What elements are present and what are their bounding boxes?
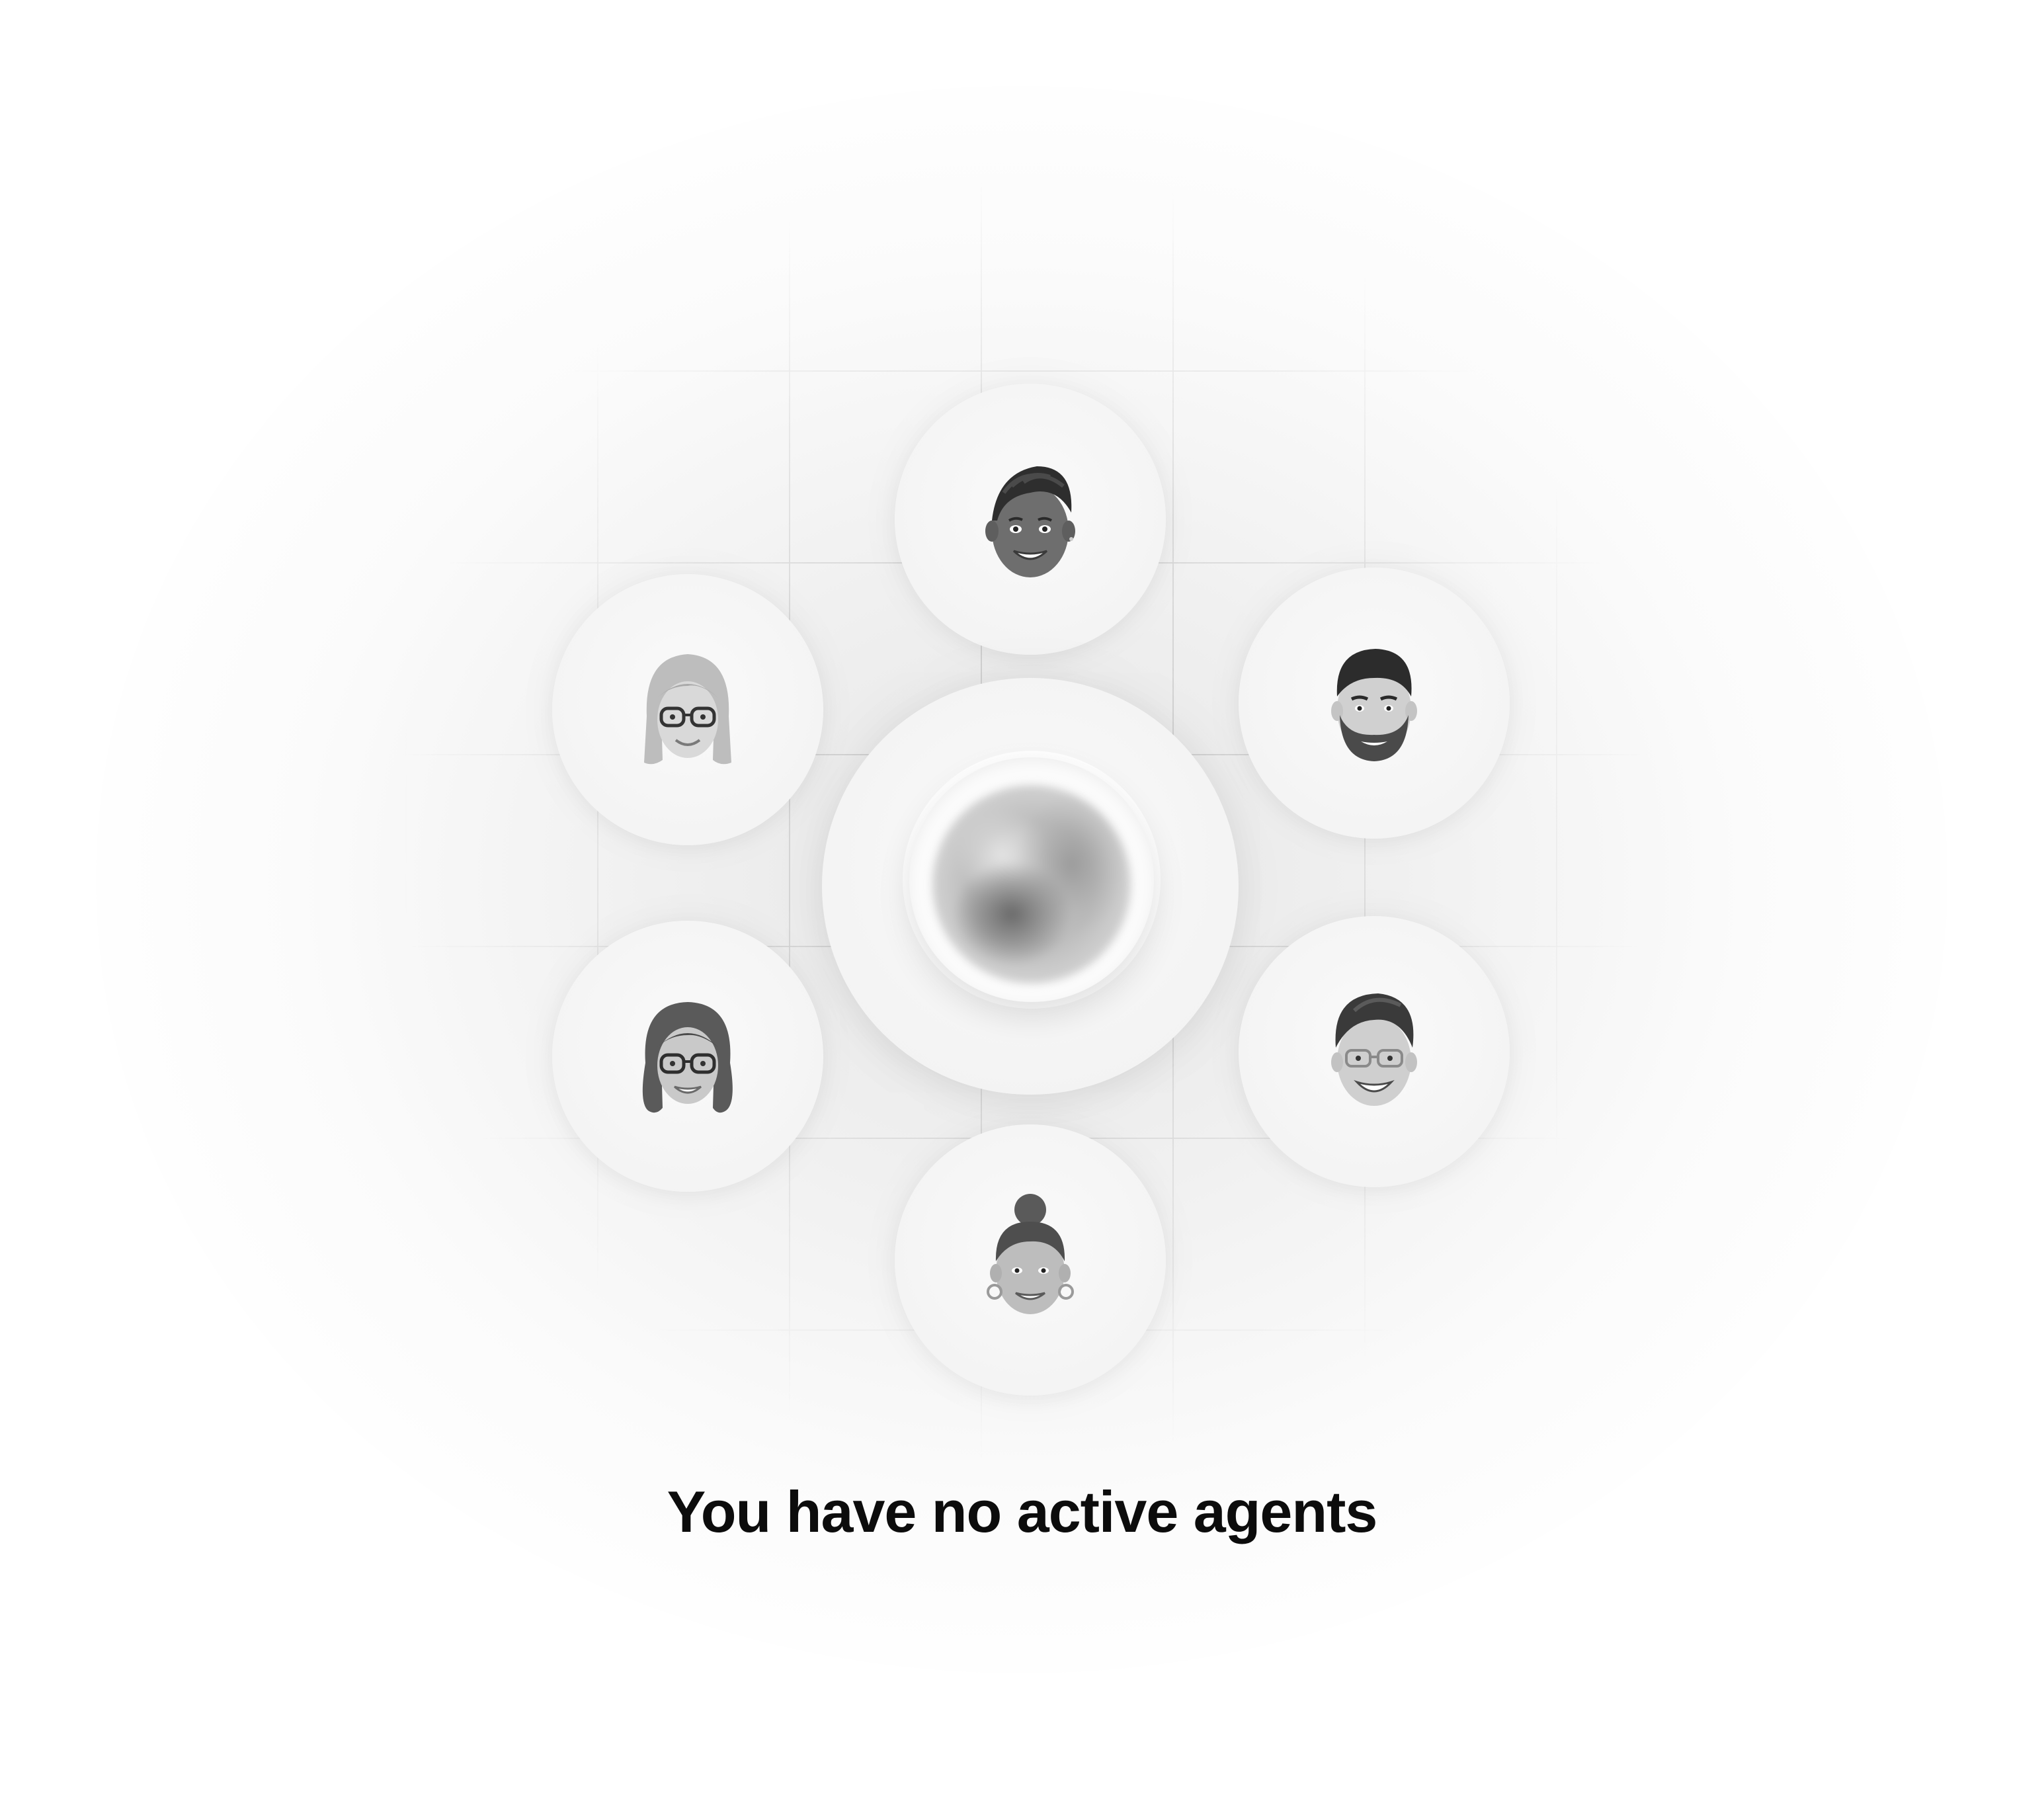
avatar-bottom [895, 1124, 1166, 1396]
empty-state-illustration: You have no active agents [0, 0, 2044, 1803]
memoji-long-hair-glasses-icon [644, 654, 731, 765]
avatar-top [895, 384, 1166, 655]
agent-orb-icon [909, 757, 1154, 1002]
empty-state-message: You have no active agents [667, 1479, 1378, 1544]
avatar-lower-left [552, 921, 823, 1192]
avatar-lower-right [1239, 916, 1510, 1187]
memoji-man-glasses-icon [1331, 993, 1417, 1106]
memoji-short-hair-icon [985, 466, 1075, 577]
memoji-woman-glasses-icon [642, 1002, 733, 1113]
memoji-hair-bun-icon [987, 1194, 1074, 1314]
avatar-upper-left [552, 574, 823, 845]
memoji-bearded-man-icon [1331, 649, 1417, 761]
avatar-upper-right [1239, 567, 1510, 839]
orb-blob [932, 785, 1131, 984]
